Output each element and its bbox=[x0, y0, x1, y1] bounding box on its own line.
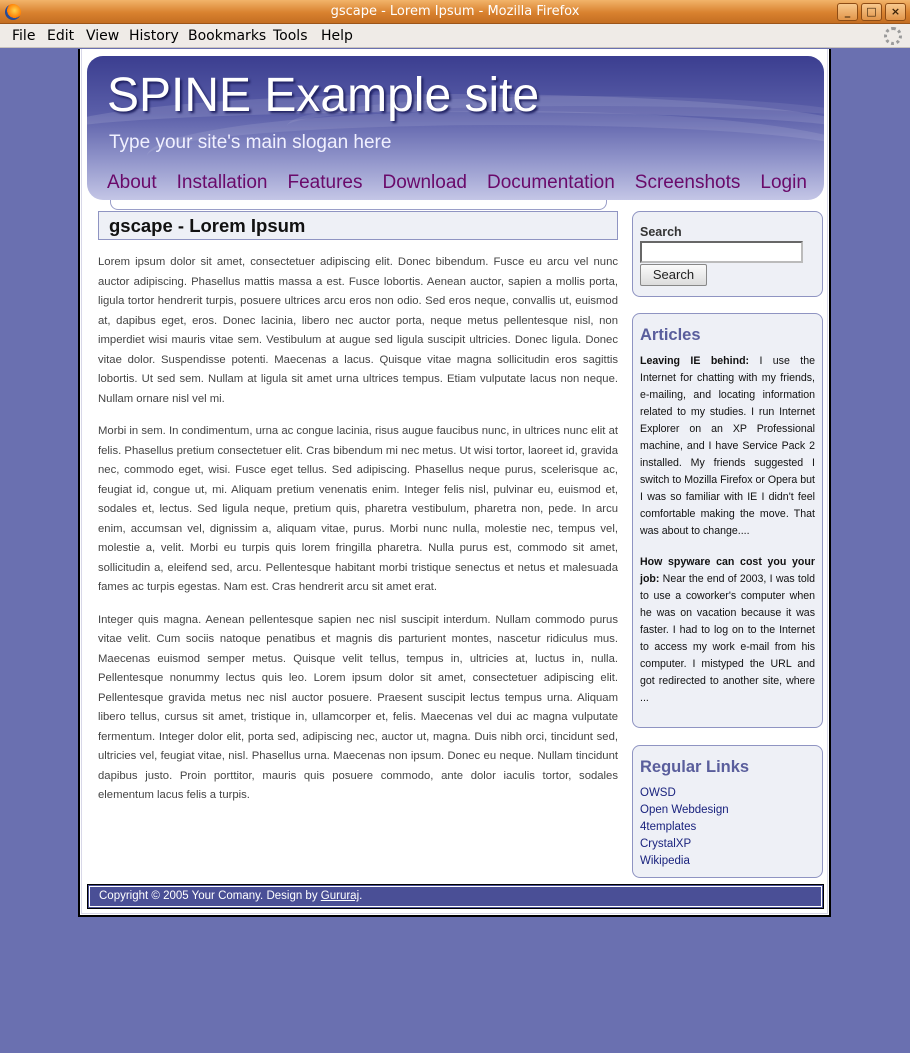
nav-screenshots[interactable]: Screenshots bbox=[635, 172, 741, 194]
window-titlebar: gscape - Lorem Ipsum - Mozilla Firefox _… bbox=[0, 0, 910, 24]
article-text: Near the end of 2003, I was told to use … bbox=[640, 573, 815, 704]
post-paragraph: Morbi in sem. In condimentum, urna ac co… bbox=[98, 425, 618, 593]
site-slogan: Type your site's main slogan here bbox=[109, 132, 392, 153]
links-box: Regular Links OWSD Open Webdesign 4templ… bbox=[632, 745, 823, 878]
menu-view[interactable]: View bbox=[86, 28, 119, 44]
browser-viewport: SPINE Example site Type your site's main… bbox=[4, 49, 906, 1049]
article-text: I use the Internet for chatting with my … bbox=[640, 355, 815, 537]
link-4templates[interactable]: 4templates bbox=[640, 819, 815, 836]
articles-box: Articles Leaving IE behind: I use the In… bbox=[632, 313, 823, 728]
main-nav: About Installation Features Download Doc… bbox=[107, 172, 824, 194]
link-wikipedia[interactable]: Wikipedia bbox=[640, 853, 815, 870]
menu-file[interactable]: File bbox=[12, 28, 35, 44]
links-list: OWSD Open Webdesign 4templates CrystalXP… bbox=[640, 785, 815, 870]
article-item: Leaving IE behind: I use the Internet fo… bbox=[640, 353, 815, 540]
maximize-button[interactable]: □ bbox=[861, 3, 882, 21]
close-button[interactable]: × bbox=[885, 3, 906, 21]
footer-text: Copyright © 2005 Your Comany. Design by bbox=[99, 890, 321, 902]
links-heading: Regular Links bbox=[640, 758, 750, 776]
menu-history[interactable]: History bbox=[129, 28, 179, 44]
firefox-icon bbox=[5, 4, 21, 20]
article-title[interactable]: Leaving IE behind: bbox=[640, 355, 749, 367]
search-button[interactable]: Search bbox=[640, 264, 707, 286]
page-container: SPINE Example site Type your site's main… bbox=[78, 49, 831, 917]
footer-designer-link[interactable]: Gururaj bbox=[321, 890, 359, 902]
link-owsd[interactable]: OWSD bbox=[640, 785, 815, 802]
site-header: SPINE Example site Type your site's main… bbox=[87, 56, 824, 200]
minimize-button[interactable]: _ bbox=[837, 3, 858, 21]
search-input[interactable] bbox=[640, 241, 803, 263]
site-footer: Copyright © 2005 Your Comany. Design by … bbox=[87, 884, 824, 909]
window-title: gscape - Lorem Ipsum - Mozilla Firefox bbox=[330, 4, 580, 19]
site-title: SPINE Example site bbox=[107, 69, 540, 122]
menu-edit[interactable]: Edit bbox=[47, 28, 74, 44]
articles-heading: Articles bbox=[640, 326, 701, 344]
post-paragraph: Lorem ipsum dolor sit amet, consectetuer… bbox=[98, 256, 618, 405]
main-content: gscape - Lorem Ipsum Lorem ipsum dolor s… bbox=[98, 211, 618, 806]
nav-about[interactable]: About bbox=[107, 172, 157, 194]
menu-help[interactable]: Help bbox=[321, 28, 353, 44]
menu-bar: File Edit View History Bookmarks Tools H… bbox=[0, 24, 910, 48]
post-title: gscape - Lorem Ipsum bbox=[98, 211, 618, 240]
post-paragraph: Integer quis magna. Aenean pellentesque … bbox=[98, 613, 618, 802]
nav-documentation[interactable]: Documentation bbox=[487, 172, 615, 194]
search-label: Search bbox=[640, 225, 682, 239]
footer-end: . bbox=[359, 890, 363, 902]
menu-tools[interactable]: Tools bbox=[273, 28, 308, 44]
nav-features[interactable]: Features bbox=[288, 172, 363, 194]
nav-underline bbox=[110, 200, 607, 210]
nav-download[interactable]: Download bbox=[382, 172, 467, 194]
nav-installation[interactable]: Installation bbox=[177, 172, 268, 194]
throbber-icon bbox=[884, 27, 902, 45]
link-open-webdesign[interactable]: Open Webdesign bbox=[640, 802, 815, 819]
link-crystalxp[interactable]: CrystalXP bbox=[640, 836, 815, 853]
search-box: Search Search bbox=[632, 211, 823, 297]
nav-login[interactable]: Login bbox=[760, 172, 807, 194]
menu-bookmarks[interactable]: Bookmarks bbox=[188, 28, 266, 44]
window-controls: _ □ × bbox=[837, 3, 906, 21]
article-item: How spyware can cost you your job: Near … bbox=[640, 554, 815, 707]
